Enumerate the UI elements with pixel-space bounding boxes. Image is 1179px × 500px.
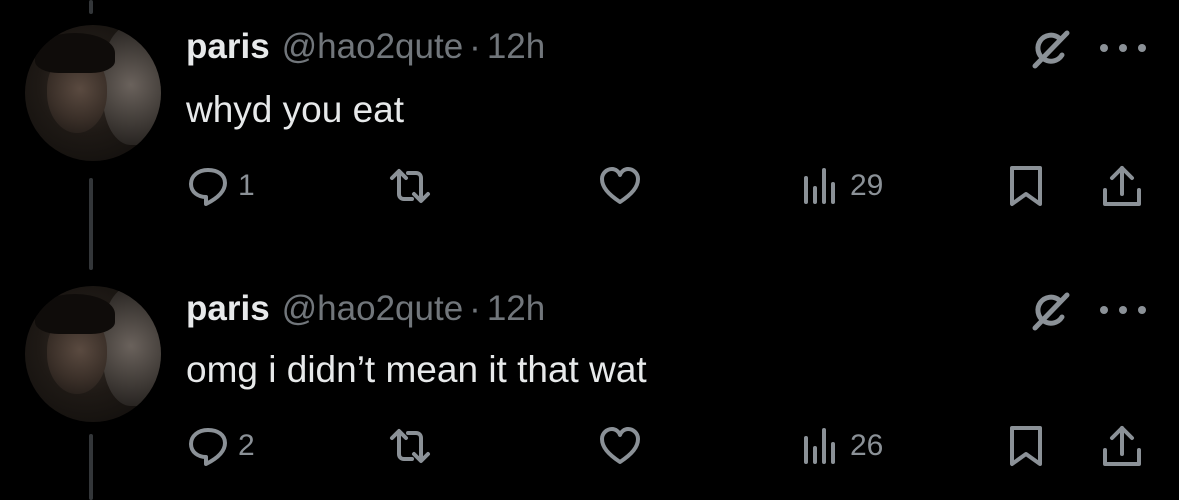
- reply-count: 1: [238, 169, 255, 202]
- separator-dot: ·: [469, 289, 481, 328]
- reply-button[interactable]: 2: [186, 424, 255, 468]
- grok-icon[interactable]: [1026, 25, 1074, 73]
- tweet-text: whyd you eat: [186, 89, 405, 130]
- reply-button[interactable]: 1: [186, 164, 255, 208]
- bookmark-icon: [1004, 424, 1048, 468]
- user-handle[interactable]: @hao2qute: [282, 288, 464, 330]
- views-count: 26: [850, 429, 884, 462]
- separator-dot: ·: [469, 27, 481, 66]
- user-handle[interactable]: @hao2qute: [282, 26, 464, 68]
- repost-icon: [388, 424, 432, 468]
- display-name[interactable]: paris: [186, 288, 270, 330]
- share-button[interactable]: [1100, 424, 1144, 468]
- bookmark-icon: [1004, 164, 1048, 208]
- tweet[interactable]: paris @hao2qute · 12h whyd you eat 1 29: [0, 0, 1179, 250]
- share-icon: [1100, 164, 1144, 208]
- views-icon: [798, 424, 842, 468]
- tweet-time[interactable]: 12h: [487, 288, 545, 330]
- views-button[interactable]: 26: [798, 424, 883, 468]
- grok-icon[interactable]: [1026, 287, 1074, 335]
- tweet-header: paris @hao2qute · 12h: [186, 288, 545, 330]
- views-count: 29: [850, 169, 884, 202]
- avatar[interactable]: [25, 286, 161, 422]
- reply-count: 2: [238, 429, 255, 462]
- bookmark-button[interactable]: [1004, 164, 1048, 208]
- share-icon: [1100, 424, 1144, 468]
- tweet-header: paris @hao2qute · 12h: [186, 26, 545, 68]
- views-icon: [798, 164, 842, 208]
- repost-button[interactable]: [388, 424, 440, 468]
- display-name[interactable]: paris: [186, 26, 270, 68]
- tweet-time[interactable]: 12h: [487, 26, 545, 68]
- repost-icon: [388, 164, 432, 208]
- repost-button[interactable]: [388, 164, 440, 208]
- like-button[interactable]: [598, 424, 650, 468]
- bookmark-button[interactable]: [1004, 424, 1048, 468]
- avatar[interactable]: [25, 25, 161, 161]
- share-button[interactable]: [1100, 164, 1144, 208]
- like-icon: [598, 424, 642, 468]
- like-icon: [598, 164, 642, 208]
- tweet[interactable]: paris @hao2qute · 12h omg i didn’t mean …: [0, 250, 1179, 500]
- reply-icon: [186, 164, 230, 208]
- tweet-text: omg i didn’t mean it that wat: [186, 349, 647, 390]
- reply-icon: [186, 424, 230, 468]
- views-button[interactable]: 29: [798, 164, 883, 208]
- like-button[interactable]: [598, 164, 650, 208]
- more-icon[interactable]: [1100, 38, 1146, 58]
- more-icon[interactable]: [1100, 300, 1146, 320]
